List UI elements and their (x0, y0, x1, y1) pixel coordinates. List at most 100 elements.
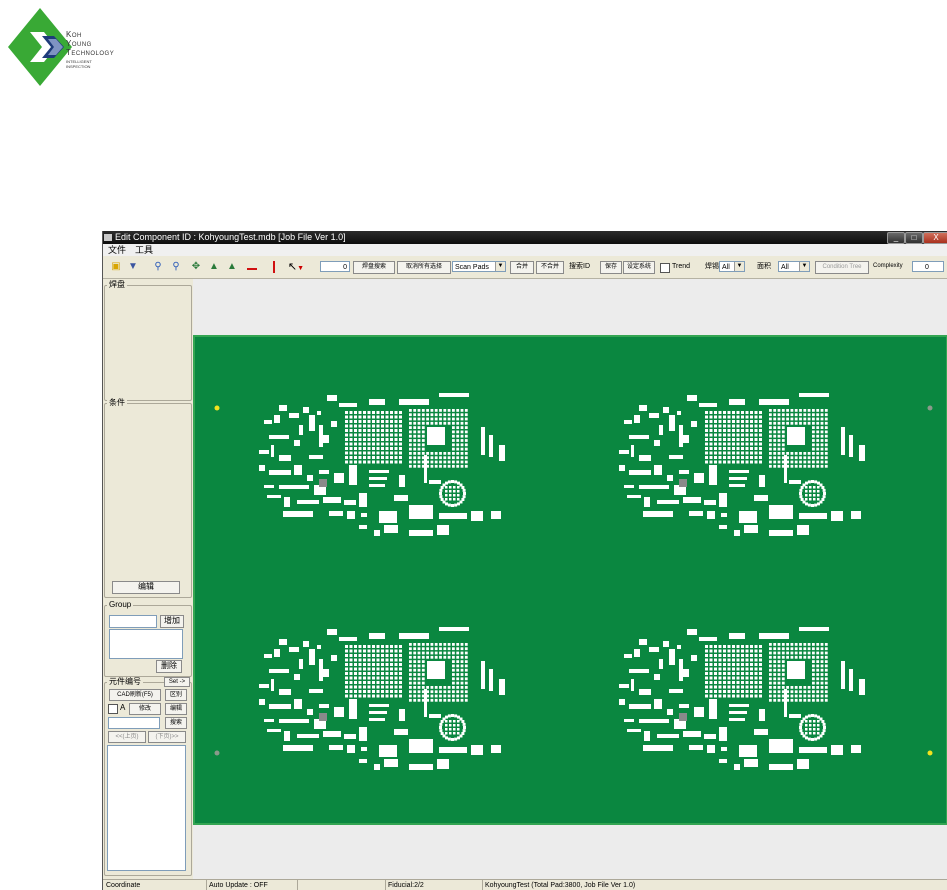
prev-page-button[interactable]: <<(上页) (108, 731, 146, 743)
bga-ball (732, 442, 735, 446)
smd-pad (409, 505, 433, 519)
bga-ball (447, 417, 451, 421)
bga-ball (773, 417, 777, 421)
ring-pad (449, 498, 452, 501)
bga-ball (376, 411, 380, 414)
number-input[interactable]: 0 (320, 261, 350, 272)
smd-pad (719, 759, 727, 763)
bga-ball (452, 464, 455, 468)
bga-ball (363, 645, 366, 648)
bga-ball (394, 658, 398, 662)
menu-tools[interactable]: 工具 (135, 245, 153, 255)
smd-pad (359, 727, 367, 741)
search2-button[interactable]: 搜索 (165, 717, 187, 729)
component-list[interactable] (107, 745, 186, 871)
ring-pad (813, 494, 816, 497)
bga-ball (769, 460, 772, 464)
rotate-right-icon[interactable]: ▲ (225, 260, 239, 274)
set-button[interactable]: Set -> (164, 677, 190, 687)
bga-ball (812, 647, 815, 651)
add-button[interactable]: 增加 (160, 615, 184, 628)
group-name-input[interactable] (109, 615, 157, 628)
delete-button[interactable]: 删除 (156, 660, 182, 673)
bga-ball (358, 663, 362, 666)
bga-ball (820, 660, 824, 663)
a-checkbox[interactable] (108, 704, 118, 714)
merge-button[interactable]: 合并 (510, 261, 534, 274)
edit2-button[interactable]: 编辑 (165, 703, 187, 715)
bga-ball (824, 668, 828, 672)
combo1-select[interactable]: All ▼ (719, 261, 745, 272)
bga-ball (358, 424, 362, 428)
menu-file[interactable]: 文件 (108, 245, 126, 255)
combo2-select[interactable]: All ▼ (778, 261, 810, 272)
bga-ball (718, 447, 722, 450)
zoom-in-icon[interactable]: ⚲ (151, 260, 165, 274)
close-button[interactable]: X (923, 232, 947, 244)
pointer-icon[interactable]: ↖▼ (285, 260, 307, 274)
distinguish-button[interactable]: 区别 (165, 689, 187, 701)
bga-ball (358, 649, 362, 653)
cancel-all-selection-button[interactable]: 取消所有选择 (397, 261, 451, 274)
bga-ball (736, 415, 740, 419)
complexity-input[interactable]: 0 (912, 261, 944, 272)
bga-ball (421, 664, 425, 668)
bga-ball (452, 647, 455, 651)
red-pin-icon[interactable] (267, 260, 281, 274)
zoom-out-icon[interactable]: ⚲ (169, 260, 183, 274)
no-merge-button[interactable]: 不合并 (536, 261, 564, 274)
bga-ball (812, 426, 815, 429)
save-button[interactable]: 保存 (600, 261, 622, 274)
bga-ball (385, 456, 389, 459)
maximize-button[interactable]: □ (905, 232, 923, 244)
bga-ball (367, 676, 371, 680)
pad-search-button[interactable]: 焊盘搜索 (353, 261, 395, 274)
bga-ball (709, 649, 713, 653)
bga-ball (723, 433, 726, 437)
setup-button[interactable]: 设定系统 (623, 261, 655, 274)
title-bar[interactable]: Edit Component ID : KohyoungTest.mdb [Jo… (103, 231, 947, 244)
red-bar-icon[interactable] (245, 260, 259, 274)
pads-select[interactable]: Scan Pads ▼ (452, 261, 506, 272)
group-list[interactable] (109, 629, 183, 659)
bga-ball (773, 655, 777, 659)
bga-ball (816, 694, 820, 698)
condition-tree-button[interactable]: Condition Tree (815, 261, 869, 274)
next-page-button[interactable]: (下页)>> (148, 731, 186, 743)
component-search-input[interactable] (108, 717, 160, 729)
minimize-button[interactable]: _ (887, 232, 905, 244)
edit-button[interactable]: 编辑 (112, 581, 180, 594)
bga-ball (456, 673, 460, 676)
bga-ball (460, 426, 464, 429)
bga-ball (376, 685, 380, 689)
bga-ball (354, 649, 357, 653)
pcb-board[interactable] (193, 335, 947, 825)
bga-ball (777, 643, 781, 646)
bga-ball (723, 667, 726, 671)
bga-ball (705, 694, 708, 698)
bga-ball (367, 658, 371, 662)
open-folder-icon[interactable]: ▣ (109, 260, 123, 274)
trend-checkbox[interactable] (660, 263, 670, 273)
bga-ball (421, 447, 425, 451)
ring-pad (449, 728, 452, 731)
bga-ball (409, 673, 412, 676)
ring-pad (799, 729, 803, 733)
gray-pad (679, 713, 687, 721)
smd-pad (729, 704, 749, 707)
ring-pad (805, 481, 808, 485)
bga-ball (363, 667, 366, 671)
bga-ball (394, 649, 398, 653)
ring-pad (817, 736, 820, 740)
rotate-left-icon[interactable]: ▲ (207, 260, 221, 274)
pan-icon[interactable]: ✥ (189, 260, 203, 274)
modify-button[interactable]: 修改 (129, 703, 161, 715)
smd-pad (439, 747, 467, 753)
cad-refresh-button[interactable]: CAD刷新(F5) (109, 689, 161, 701)
ring-pad (445, 481, 448, 485)
bga-ball (358, 672, 362, 675)
import-icon[interactable]: ▼ (126, 260, 140, 274)
bga-ball (452, 421, 455, 425)
ring-pad (805, 728, 808, 731)
bga-ball (824, 460, 828, 464)
